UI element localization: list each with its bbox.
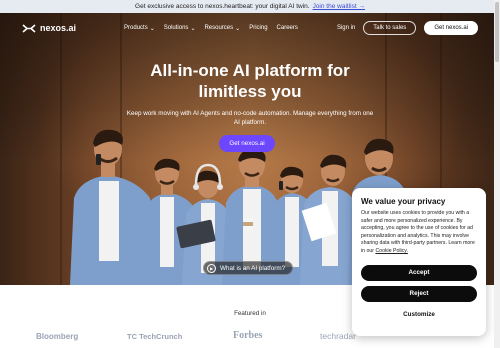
menu-item-resources[interactable]: Resources ⌄ — [204, 25, 240, 32]
menu-item-label: Resources — [204, 25, 234, 31]
hero-subtitle: Keep work moving with AI Agents and no-c… — [120, 109, 380, 127]
menu-item-label: Careers — [276, 25, 298, 31]
cookie-policy-link[interactable]: Cookie Policy. — [375, 248, 407, 254]
page-scrollbar[interactable] — [494, 0, 500, 348]
cookie-description: Our website uses cookies to provide you … — [361, 210, 477, 256]
chevron-down-icon: ⌄ — [149, 25, 155, 32]
menu-item-solutions[interactable]: Solutions ⌄ — [164, 25, 196, 32]
menu-item-careers[interactable]: Careers — [277, 25, 298, 32]
bloomberg-logo: Bloomberg — [36, 332, 79, 341]
scrollbar-thumb[interactable] — [495, 2, 499, 62]
cookie-consent-dialog: We value your privacy Our website uses c… — [352, 188, 486, 336]
menu-item-pricing[interactable]: Pricing — [249, 25, 267, 32]
forbes-logo: Forbes — [233, 330, 263, 341]
announcement-bar: Get exclusive access to nexos.heartbeat:… — [0, 0, 500, 13]
nexos-logo[interactable]: nexos.ai — [22, 23, 76, 33]
video-button-label: What is an AI platform? — [220, 264, 286, 272]
logo-text: nexos.ai — [40, 23, 77, 33]
nav-actions: Sign in Talk to sales Get nexos.ai — [337, 21, 478, 35]
menu-item-label: Products — [124, 25, 148, 31]
sign-in-link[interactable]: Sign in — [337, 25, 355, 31]
menu-item-products[interactable]: Products ⌄ — [124, 25, 155, 32]
customize-cookies-button[interactable]: Customize — [361, 307, 477, 323]
main-menu: Products ⌄ Solutions ⌄ Resources ⌄ Prici… — [124, 25, 298, 32]
hero-title-line-2: limitless you — [198, 82, 302, 101]
hero-subtitle-line-2: AI platform. — [233, 119, 267, 126]
accept-cookies-button[interactable]: Accept — [361, 264, 477, 281]
techcrunch-logo: TC TechCrunch — [127, 332, 182, 341]
chevron-down-icon: ⌄ — [235, 25, 241, 32]
what-is-ai-platform-button[interactable]: ▶ What is an AI platform? — [203, 261, 294, 275]
hero-subtitle-line-1: Keep work moving with AI Agents and no-c… — [126, 110, 374, 117]
announcement-text: Get exclusive access to nexos.heartbeat:… — [135, 3, 310, 10]
get-nexos-nav-button[interactable]: Get nexos.ai — [424, 21, 478, 35]
reject-cookies-button[interactable]: Reject — [361, 285, 477, 302]
talk-to-sales-button[interactable]: Talk to sales — [363, 21, 417, 35]
cookie-title: We value your privacy — [361, 197, 446, 206]
top-navigation: nexos.ai Products ⌄ Solutions ⌄ Resource… — [0, 13, 500, 43]
menu-item-label: Pricing — [249, 25, 268, 31]
techcrunch-mark-icon: TC — [127, 332, 140, 341]
get-nexos-hero-button[interactable]: Get nexos.ai — [219, 135, 275, 152]
nexos-logo-icon — [22, 23, 36, 33]
menu-item-label: Solutions — [163, 25, 189, 31]
hero-title-line-1: All-in-one AI platform for — [150, 61, 350, 80]
techradar-logo: techradar — [320, 331, 356, 341]
chevron-down-icon: ⌄ — [190, 25, 196, 32]
play-icon: ▶ — [207, 263, 216, 273]
join-waitlist-link[interactable]: Join the waitlist → — [313, 3, 365, 10]
techcrunch-wordmark: TechCrunch — [139, 332, 183, 341]
